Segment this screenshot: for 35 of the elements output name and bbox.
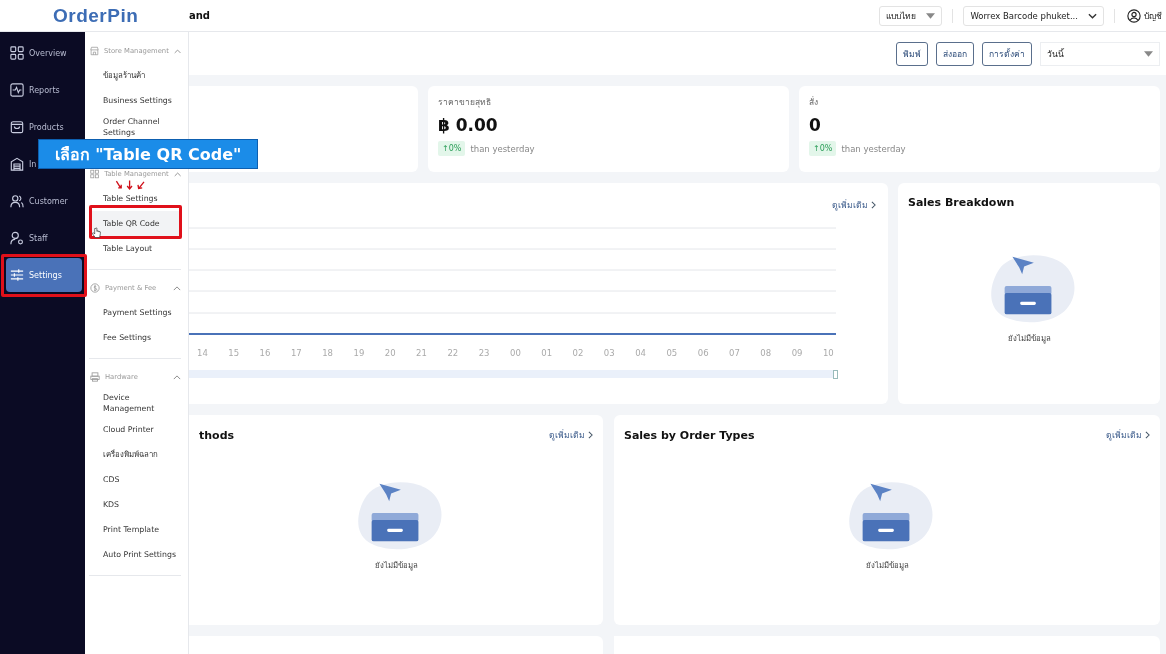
- axis-label: 20: [384, 348, 396, 358]
- logo: OrderPin: [52, 4, 140, 27]
- axis-label: 21: [416, 348, 427, 358]
- axis-label: 05: [666, 348, 678, 358]
- axis-label: 22: [447, 348, 459, 358]
- stat-value: ฿ 0.00: [438, 115, 499, 135]
- stat-value: 0: [809, 115, 822, 135]
- change-note: than yesterday: [841, 143, 906, 154]
- axis-label: 07: [729, 348, 740, 358]
- axis-label: 17: [290, 348, 302, 358]
- stat-label: สั่ง: [809, 95, 819, 109]
- axis-label: 16: [259, 348, 271, 358]
- card-title: Sales Breakdown: [908, 196, 1016, 209]
- stat-label: ราคาขายสุทธิ: [438, 96, 492, 109]
- change-badge: ↑0%: [809, 141, 837, 156]
- axis-label: 03: [603, 348, 615, 358]
- axis-label: 01: [541, 348, 553, 358]
- axis-label: 10: [822, 348, 834, 358]
- axis-label: 23: [478, 348, 490, 358]
- axis-label: 18: [322, 348, 333, 358]
- axis-label: 00: [509, 348, 521, 358]
- axis-label: 02: [572, 348, 584, 358]
- annotation-tooltip: เลือก "Table QR Code": [38, 139, 258, 169]
- axis-label: 15: [228, 348, 240, 358]
- change-badge: ↑0%: [438, 141, 466, 156]
- axis-label: 08: [760, 348, 772, 358]
- axis-label: 04: [635, 348, 646, 358]
- axis-label: 19: [353, 348, 365, 358]
- card-title: Sales by Order Types: [624, 428, 755, 442]
- page-title: and: [189, 10, 211, 21]
- change-note: than yesterday: [470, 143, 535, 154]
- axis-label: 06: [697, 348, 709, 358]
- card-title: thods: [199, 428, 235, 442]
- axis-label: 09: [791, 348, 803, 358]
- axis-label: 14: [197, 348, 208, 358]
